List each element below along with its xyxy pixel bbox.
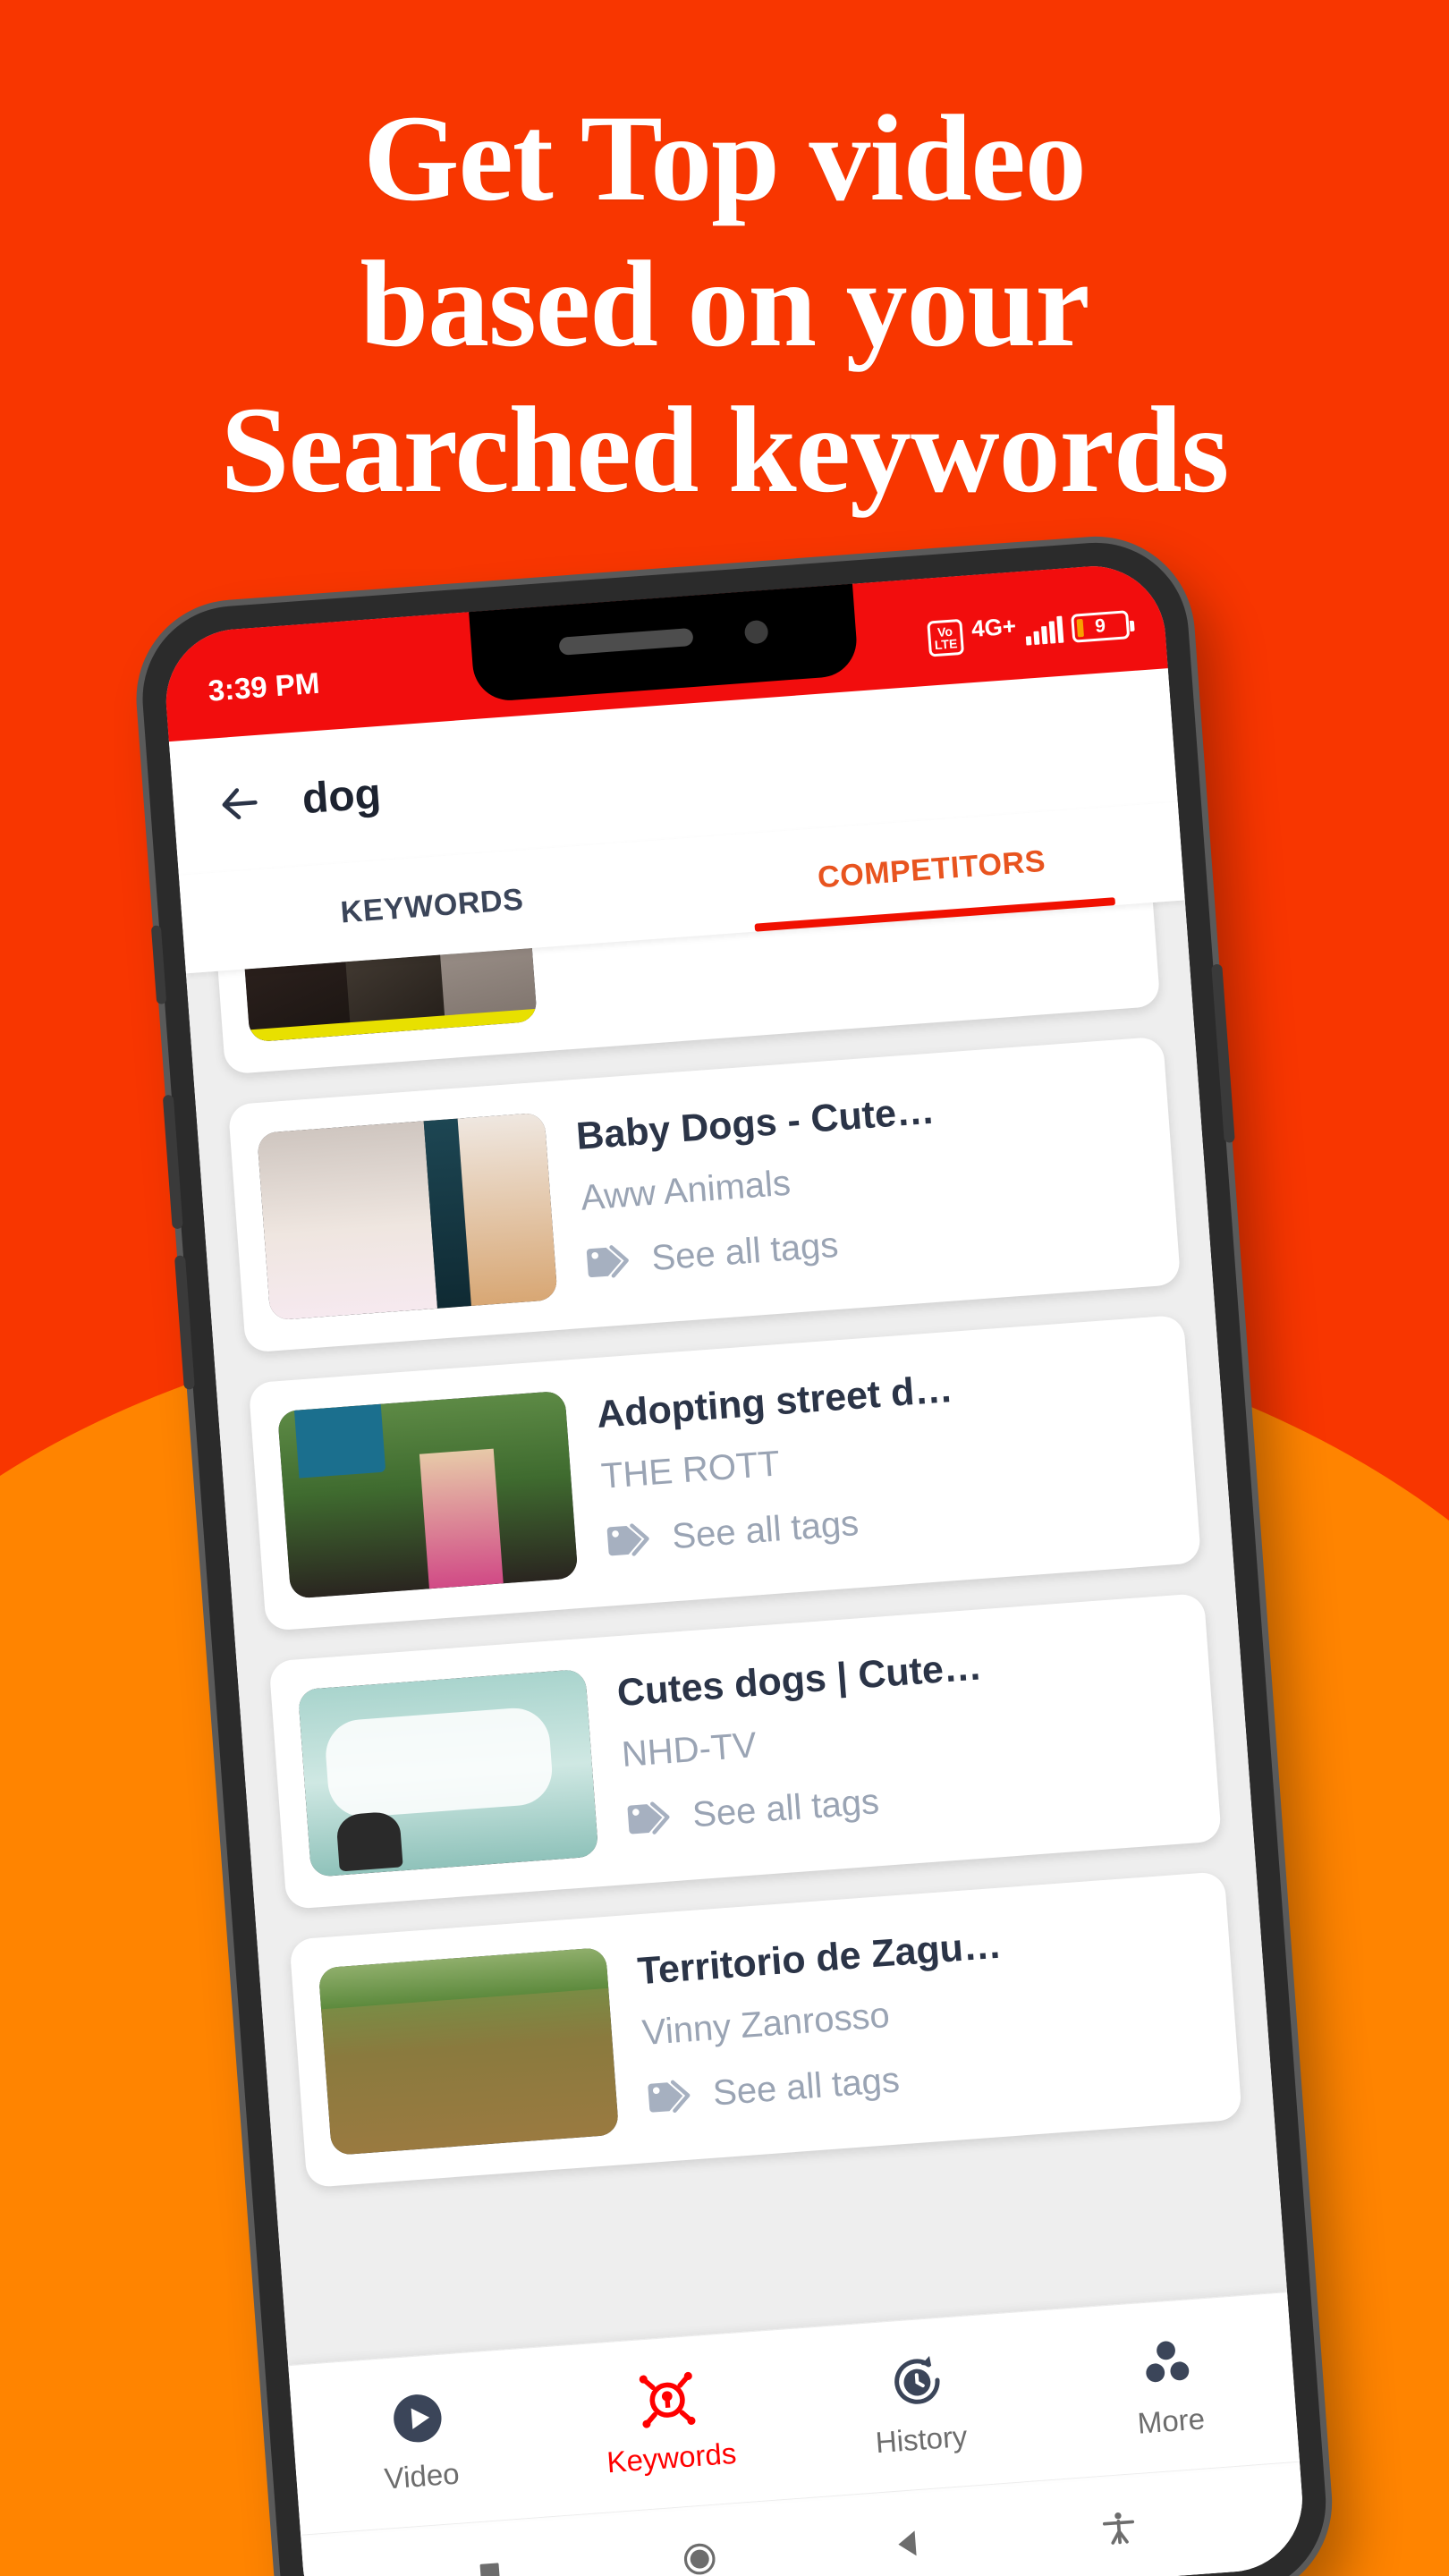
- see-all-tags-label: See all tags: [711, 2060, 902, 2114]
- nav-label-history: History: [874, 2419, 969, 2459]
- video-info: Baby Dogs - Cute… Aww Animals See all ta…: [574, 1069, 1151, 1284]
- tag-icon: [606, 1523, 649, 1556]
- see-all-tags-row[interactable]: See all tags: [646, 2038, 1213, 2119]
- see-all-tags-row[interactable]: See all tags: [605, 1480, 1172, 1562]
- thumb-segment: [257, 1121, 437, 1321]
- phone-body: 3:39 PM Vo LTE 4G+ 9 dog KEYWORDS COMPET…: [136, 536, 1333, 2576]
- app-root: 3:39 PM Vo LTE 4G+ 9 dog KEYWORDS COMPET…: [161, 561, 1308, 2576]
- volte-icon: Vo LTE: [926, 618, 965, 657]
- status-time: 3:39 PM: [207, 665, 321, 708]
- battery-icon: 9: [1071, 610, 1131, 643]
- video-info: Cutes dogs | Cute… NHD-TV See all tags: [615, 1625, 1192, 1841]
- see-all-tags-row[interactable]: See all tags: [584, 1202, 1151, 1284]
- video-thumbnail[interactable]: [277, 1390, 579, 1599]
- see-all-tags-row[interactable]: See all tags: [625, 1758, 1192, 1840]
- headline-line-1: Get Top video: [363, 89, 1087, 226]
- volte-bottom-text: LTE: [934, 636, 958, 653]
- see-all-tags-label: See all tags: [649, 1224, 840, 1278]
- thumb-segment: [457, 1112, 558, 1306]
- thumb-subject: [335, 1810, 403, 1872]
- headline-line-2: based on your: [360, 234, 1089, 372]
- list-item[interactable]: Adopting street d… THE ROTT See all tags: [248, 1314, 1202, 1631]
- video-thumbnail[interactable]: [297, 1668, 599, 1877]
- nav-item-more[interactable]: More: [1040, 2326, 1298, 2447]
- arrow-left-icon[interactable]: [215, 779, 265, 829]
- recents-square-icon[interactable]: [470, 2554, 510, 2576]
- video-info: Adopting street d… THE ROTT See all tags: [595, 1347, 1172, 1563]
- back-triangle-icon[interactable]: [889, 2523, 929, 2563]
- phone-screen: 3:39 PM Vo LTE 4G+ 9 dog KEYWORDS COMPET…: [161, 561, 1308, 2576]
- thumb-segment: [419, 1448, 504, 1589]
- network-type-label: 4G+: [970, 611, 1017, 642]
- thumb-badge: [294, 1403, 386, 1479]
- signal-bars-icon: [1024, 615, 1064, 646]
- video-info: Territorio de Zagu… Vinny Zanrosso See a…: [636, 1903, 1213, 2119]
- nav-item-history[interactable]: History: [790, 2343, 1047, 2465]
- play-circle-icon: [394, 2394, 442, 2442]
- list-item[interactable]: Territorio de Zagu… Vinny Zanrosso See a…: [289, 1871, 1242, 2189]
- earpiece-speaker: [558, 627, 694, 656]
- nav-item-video[interactable]: Video: [291, 2380, 548, 2502]
- nav-item-keywords[interactable]: Keywords: [540, 2362, 798, 2484]
- nav-label-more: More: [1136, 2401, 1207, 2440]
- keyword-target-icon: [639, 2371, 696, 2428]
- history-clock-icon: [894, 2355, 940, 2404]
- thumb-subject: [323, 1705, 555, 1820]
- video-thumbnail[interactable]: [257, 1112, 558, 1321]
- list-item[interactable]: Cutes dogs | Cute… NHD-TV See all tags: [268, 1592, 1222, 1910]
- see-all-tags-label: See all tags: [670, 1503, 860, 1556]
- battery-level-label: 9: [1094, 615, 1106, 637]
- tag-icon: [586, 1245, 629, 1278]
- home-circle-icon[interactable]: [679, 2538, 719, 2576]
- promo-headline: Get Top video based on your Searched key…: [0, 86, 1449, 522]
- nav-label-keywords: Keywords: [606, 2436, 738, 2479]
- headline-line-3: Searched keywords: [220, 380, 1230, 518]
- front-camera-icon: [743, 619, 769, 645]
- tag-icon: [648, 2080, 691, 2114]
- more-dots-icon: [1146, 2340, 1190, 2382]
- competitors-list[interactable]: See all tags Baby Dogs - Cute… Aww Anima…: [185, 900, 1288, 2366]
- status-indicators: Vo LTE 4G+ 9: [926, 606, 1131, 657]
- page-title: dog: [300, 769, 383, 823]
- phone-mockup: 3:39 PM Vo LTE 4G+ 9 dog KEYWORDS COMPET…: [136, 536, 1333, 2576]
- see-all-tags-label: See all tags: [691, 1781, 881, 1835]
- phone-notch: [468, 574, 860, 703]
- tag-icon: [627, 1801, 670, 1835]
- accessibility-icon[interactable]: [1098, 2508, 1139, 2548]
- nav-label-video: Video: [383, 2456, 461, 2496]
- list-item[interactable]: Baby Dogs - Cute… Aww Animals See all ta…: [227, 1036, 1182, 1353]
- video-thumbnail[interactable]: [318, 1946, 620, 2156]
